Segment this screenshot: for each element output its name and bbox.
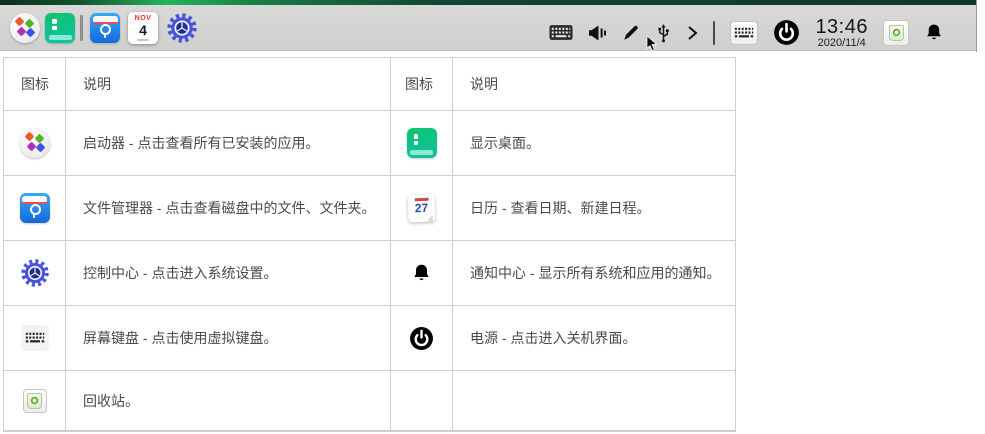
empty-description xyxy=(453,371,735,430)
calendar-button[interactable]: NOV 4 xyxy=(128,12,158,44)
keyboard-tray-icon[interactable] xyxy=(549,24,573,41)
launcher-icon-cell xyxy=(4,111,66,175)
taskbar-separator xyxy=(80,15,83,41)
calendar-icon: 27 xyxy=(408,194,436,222)
launcher-icon xyxy=(10,13,40,43)
table-row: 启动器 - 点击查看所有已安装的应用。 显示桌面。 xyxy=(4,111,735,176)
power-description: 电源 - 点击进入关机界面。 xyxy=(453,306,735,370)
icon-description-table: 图标 说明 图标 说明 启动器 - 点击查看所有已安装的应用。 显示桌面。 xyxy=(3,57,736,432)
control-center-button[interactable] xyxy=(166,12,198,44)
pen-icon[interactable] xyxy=(622,24,640,42)
screen-edge-scrollbar xyxy=(976,0,985,52)
clock-time: 13:46 xyxy=(815,17,868,37)
tray-separator xyxy=(713,21,715,45)
file-manager-description: 文件管理器 - 点击查看磁盘中的文件、文件夹。 xyxy=(66,176,391,240)
desktop-icon-dot xyxy=(52,26,57,31)
desktop-icon-dot xyxy=(414,134,419,139)
calendar-description: 日历 - 查看日期、新建日程。 xyxy=(453,176,735,240)
table-row: 屏幕键盘 - 点击使用虚拟键盘。 电源 - 点击进入关机界面。 xyxy=(4,306,735,371)
calendar-footer xyxy=(137,39,149,41)
power-icon xyxy=(409,326,434,351)
empty-icon-cell xyxy=(391,371,453,430)
header-icon-right: 图标 xyxy=(391,58,453,110)
header-desc-right: 说明 xyxy=(453,58,735,110)
magnifier-stem xyxy=(104,33,106,38)
mouse-cursor xyxy=(646,36,658,52)
launcher-description: 启动器 - 点击查看所有已安装的应用。 xyxy=(66,111,391,175)
desktop-icon-dot xyxy=(52,19,57,24)
notification-description: 通知中心 - 显示所有系统和应用的通知。 xyxy=(453,241,735,305)
volume-icon[interactable] xyxy=(588,24,607,42)
onscreen-keyboard-icon xyxy=(21,325,49,351)
recycle-glyph xyxy=(30,396,39,405)
file-manager-button[interactable] xyxy=(90,13,120,43)
show-desktop-button[interactable] xyxy=(45,13,75,43)
keyboard-description: 屏幕键盘 - 点击使用虚拟键盘。 xyxy=(66,306,391,370)
file-manager-icon xyxy=(90,13,120,43)
desktop-icon-bar xyxy=(410,150,433,155)
trash-description: 回收站。 xyxy=(66,371,391,430)
control-center-description: 控制中心 - 点击进入系统设置。 xyxy=(66,241,391,305)
show-desktop-icon xyxy=(407,128,437,158)
system-tray: 13:46 2020/11/4 xyxy=(549,10,944,55)
control-center-icon-cell xyxy=(4,241,66,305)
header-icon-left: 图标 xyxy=(4,58,66,110)
header-desc-left: 说明 xyxy=(66,58,391,110)
table-row: 控制中心 - 点击进入系统设置。 通知中心 - 显示所有系统和应用的通知。 xyxy=(4,241,735,306)
magnifier-stem xyxy=(33,213,35,218)
tray-expand-chevron-icon[interactable] xyxy=(687,24,698,42)
calendar-icon: NOV 4 xyxy=(128,12,158,44)
power-icon-cell xyxy=(391,306,453,370)
keyboard-glyph xyxy=(25,331,45,345)
show-desktop-icon-cell xyxy=(391,111,453,175)
power-tray-icon[interactable] xyxy=(773,19,800,46)
launcher-dot-blue xyxy=(35,143,45,153)
calendar-day: 4 xyxy=(139,23,147,38)
onscreen-keyboard-button[interactable] xyxy=(730,21,758,45)
launcher-icon xyxy=(20,128,50,158)
launcher-dot-orange xyxy=(15,17,25,27)
table-header-row: 图标 说明 图标 说明 xyxy=(4,58,735,111)
trash-icon-cell xyxy=(4,371,66,430)
clock[interactable]: 13:46 2020/11/4 xyxy=(815,17,868,49)
trash-bin xyxy=(27,393,42,409)
keyboard-icon-cell xyxy=(4,306,66,370)
notification-bell-icon[interactable] xyxy=(924,22,944,43)
launcher-button[interactable] xyxy=(10,13,40,43)
notification-icon-cell xyxy=(391,241,453,305)
notification-bell-icon xyxy=(411,262,432,284)
desktop-icon-dot xyxy=(414,141,419,146)
launcher-dot-orange xyxy=(24,132,34,142)
calendar-day: 27 xyxy=(415,200,429,214)
calendar-icon-cell: 27 xyxy=(391,176,453,240)
show-desktop-icon xyxy=(45,13,75,43)
recycle-glyph xyxy=(892,28,901,37)
launcher-dot-green xyxy=(34,134,44,144)
control-center-icon xyxy=(166,12,198,44)
show-desktop-description: 显示桌面。 xyxy=(453,111,735,175)
file-manager-icon-cell xyxy=(4,176,66,240)
clock-date: 2020/11/4 xyxy=(818,38,866,49)
control-center-icon xyxy=(20,258,50,288)
file-manager-icon xyxy=(20,193,50,223)
trash-icon xyxy=(23,389,47,413)
onscreen-keyboard-icon xyxy=(734,26,754,40)
trash-icon xyxy=(889,25,904,41)
taskbar: NOV 4 xyxy=(0,5,976,51)
desktop-icon-bar xyxy=(49,35,72,40)
launcher-dot-blue xyxy=(26,28,36,38)
launcher-dot-purple xyxy=(26,142,36,152)
trash-tray-button[interactable] xyxy=(883,20,909,46)
table-row: 回收站。 xyxy=(4,371,735,431)
table-row: 文件管理器 - 点击查看磁盘中的文件、文件夹。 27 日历 - 查看日期、新建日… xyxy=(4,176,735,241)
